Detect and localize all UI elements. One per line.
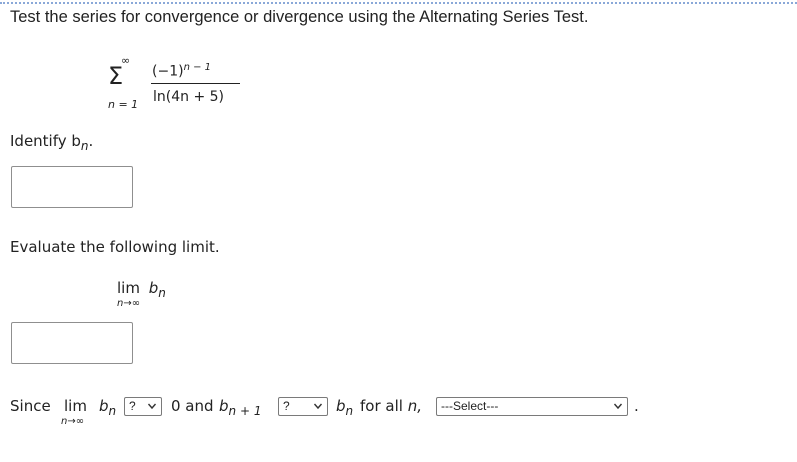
question-prompt: Test the series for convergence or diver… — [10, 8, 589, 26]
chevron-down-icon — [313, 403, 323, 410]
since-b-sub: n — [108, 404, 117, 418]
chevron-down-icon — [613, 403, 623, 410]
conclusion-select[interactable]: ---Select--- — [436, 397, 628, 416]
since-text: Since — [10, 397, 51, 415]
evaluate-limit-label: Evaluate the following limit. — [10, 238, 220, 256]
series-lower-limit: n = 1 — [108, 98, 139, 111]
lim-word: lim — [117, 279, 140, 297]
b-n-after-select: bn — [336, 397, 353, 418]
final-period: . — [634, 397, 639, 415]
fraction-bar — [151, 83, 240, 84]
numerator-exponent: n − 1 — [183, 62, 211, 73]
since-b: bn — [99, 397, 116, 418]
since-lim-subscript: n→∞ — [61, 416, 85, 427]
select3-value: ---Select--- — [441, 399, 499, 413]
identify-bn-label: Identify bn. — [10, 132, 93, 153]
lim-b-sub: n — [158, 286, 166, 300]
since-lim-word: lim — [64, 397, 87, 415]
comparison-select-1[interactable]: ? — [124, 397, 162, 416]
for-all-text: for all n, — [360, 397, 422, 415]
identify-label-text: Identify b — [10, 132, 81, 150]
lim-subscript: n→∞ — [117, 298, 141, 309]
limit-expression: lim bn — [117, 279, 166, 300]
limit-answer-input[interactable] — [11, 322, 133, 364]
identify-label-sub: n — [80, 139, 89, 153]
select1-value: ? — [129, 399, 136, 413]
b3-sub: n — [345, 404, 354, 418]
sigma-symbol: Σ — [108, 62, 124, 90]
b-n-plus-1: bn + 1 — [219, 397, 261, 418]
b2-letter: b — [219, 397, 229, 415]
zero-and-text: 0 and — [171, 397, 214, 415]
top-dotted-border — [0, 2, 797, 4]
b3-letter: b — [336, 397, 346, 415]
numerator-base: (−1) — [152, 63, 184, 80]
bn-answer-input[interactable] — [11, 166, 133, 208]
select2-value: ? — [283, 399, 290, 413]
since-b-letter: b — [99, 397, 109, 415]
lim-b: b — [148, 279, 159, 297]
for-all-words: for all — [360, 397, 403, 415]
comparison-select-2[interactable]: ? — [278, 397, 328, 416]
series-numerator: (−1)n − 1 — [152, 62, 211, 80]
series-denominator: ln(4n + 5) — [153, 89, 225, 105]
n-variable: n, — [407, 397, 422, 415]
identify-label-end: . — [88, 132, 94, 150]
chevron-down-icon — [147, 403, 157, 410]
b2-sub: n + 1 — [228, 404, 262, 418]
